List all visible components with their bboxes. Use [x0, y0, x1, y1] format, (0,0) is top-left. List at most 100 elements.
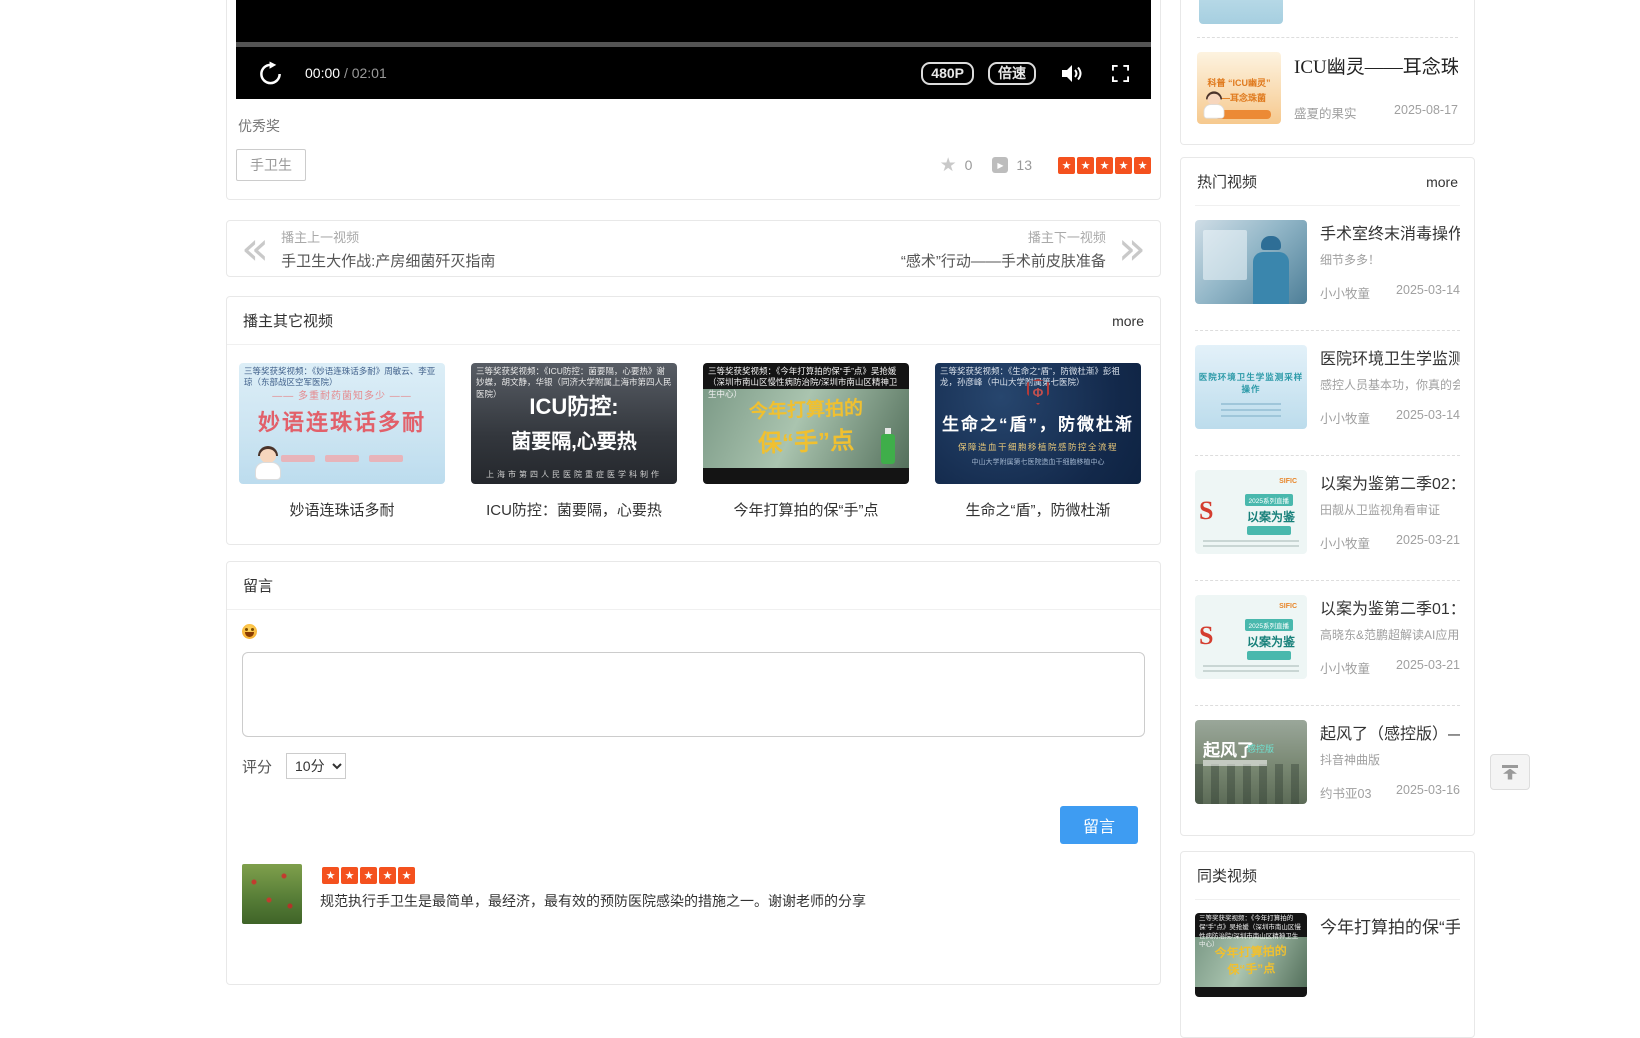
video-thumbnail[interactable]: S SIFIC 2025系列直播 以案为鉴	[1195, 595, 1307, 679]
decorative-lines	[1203, 665, 1299, 675]
other-video-item[interactable]: 三等奖获奖视频：《生命之“盾”，防微杜渐》彭祖龙，孙彦峰（中山大学附属第七医院）…	[935, 363, 1141, 520]
video-title[interactable]: 手术室终末消毒操作...	[1320, 220, 1460, 244]
main-column: 00:00 / 02:01 480P 倍速 优秀奖 手卫生 ★ 0	[226, 0, 1161, 985]
sidebar-video-item[interactable]: 科普 “ICU幽灵” ——耳念珠菌 ICU幽灵——耳念珠菌 盛夏的果实 2025…	[1197, 38, 1458, 124]
prev-label: 播主上一视频	[281, 227, 495, 246]
video-thumbnail[interactable]: 三等奖获奖视频：《今年打算拍的保“手”点》吴抢媛（深圳市南山区慢性病防治院/深圳…	[1195, 913, 1307, 997]
video-thumbnail[interactable]: S SIFIC 2025系列直播 以案为鉴	[1195, 470, 1307, 554]
video-subtitle: 抖音神曲版	[1320, 751, 1460, 768]
partial-video-thumbnail[interactable]	[1199, 0, 1283, 24]
video-date: 2025-03-16	[1396, 783, 1460, 802]
video-author: 盛夏的果实	[1294, 103, 1357, 122]
right-sidebar: 科普 “ICU幽灵” ——耳念珠菌 ICU幽灵——耳念珠菌 盛夏的果实 2025…	[1180, 0, 1475, 1038]
video-title[interactable]: 医院环境卫生学监测...	[1320, 345, 1460, 369]
video-meta-row: 手卫生 ★ 0 ▶ 13 ★★★★★	[236, 149, 1151, 181]
hot-video-item[interactable]: 手术室终末消毒操作... 细节多多！ 小小牧童 2025-03-14	[1195, 206, 1460, 317]
hot-video-item[interactable]: S SIFIC 2025系列直播 以案为鉴 以案为鉴第二季02：... 田靓从卫…	[1195, 456, 1460, 567]
video-subtitle: 高晓东&范鹏超解读AI应用	[1320, 626, 1460, 643]
video-thumbnail[interactable]: 三等奖获奖视频：《妙语连珠话多耐》周敏云、李亚琼（东部战区空军医院） —— 多重…	[239, 363, 445, 484]
prev-next-nav: « 播主上一视频 手卫生大作战:产房细菌歼灭指南 播主下一视频 “感术”行动——…	[226, 220, 1161, 277]
video-thumbnail[interactable]	[1195, 220, 1307, 304]
video-title[interactable]: 以案为鉴第二季01：...	[1320, 595, 1460, 619]
decorative-chip	[1247, 651, 1291, 660]
video-date: 2025-08-17	[1394, 103, 1458, 122]
sidebar-top-box: 科普 “ICU幽灵” ——耳念珠菌 ICU幽灵——耳念珠菌 盛夏的果实 2025…	[1180, 0, 1475, 145]
next-video-link[interactable]: 播主下一视频 “感术”行动——手术前皮肤准备 »	[901, 227, 1146, 271]
video-title[interactable]: ICU防控：菌要隔，心要热	[471, 499, 677, 520]
favorite-star-icon[interactable]: ★	[940, 154, 957, 177]
prev-video-link[interactable]: « 播主上一视频 手卫生大作战:产房细菌歼灭指南	[241, 227, 495, 271]
tag-shouweisheng[interactable]: 手卫生	[236, 149, 306, 181]
video-thumbnail[interactable]: 三等奖获奖视频：《ICU防控：菌要隔，心要热》谢妙蝶，胡文静，华银（同济大学附属…	[471, 363, 677, 484]
video-title[interactable]: ICU幽灵——耳念珠菌	[1294, 52, 1458, 79]
hot-video-item[interactable]: 医院环境卫生学监测采样操作 医院环境卫生学监测... 感控人员基本功，你真的会采…	[1195, 331, 1460, 442]
video-player-box: 00:00 / 02:01 480P 倍速 优秀奖 手卫生 ★ 0	[226, 0, 1161, 200]
soap-bottle-figure	[881, 434, 895, 464]
video-title[interactable]: 今年打算拍的保“手...	[1320, 913, 1460, 938]
decorative-lines	[1203, 540, 1299, 550]
video-thumbnail[interactable]: 起风了 感控版	[1195, 720, 1307, 804]
hot-video-item[interactable]: S SIFIC 2025系列直播 以案为鉴 以案为鉴第二季01：... 高晓东&…	[1195, 581, 1460, 692]
video-rating-stars: ★★★★★	[1056, 157, 1151, 174]
emoji-picker-icon[interactable]	[242, 624, 257, 639]
video-title[interactable]: 妙语连珠话多耐	[239, 499, 445, 520]
back-to-top-button[interactable]	[1490, 754, 1530, 790]
video-subtitle: 田靓从卫监视角看审证	[1320, 501, 1460, 518]
video-screen[interactable]	[236, 0, 1151, 42]
rating-select[interactable]: 10分	[286, 753, 346, 779]
video-subtitle: 感控人员基本功，你真的会采	[1320, 376, 1460, 393]
video-thumbnail[interactable]: 三等奖获奖视频：《今年打算拍的保“手”点》吴抢媛（深圳市南山区慢性病防治院/深圳…	[703, 363, 909, 484]
similar-videos-heading: 同类视频	[1197, 865, 1257, 886]
decorative-chip	[1247, 526, 1291, 535]
duration: 02:01	[352, 65, 387, 81]
hot-video-item[interactable]: 起风了 感控版 起风了（感控版）—... 抖音神曲版 约书亚03 2025-03…	[1195, 706, 1460, 817]
play-count-icon: ▶	[992, 157, 1008, 173]
other-video-item[interactable]: 三等奖获奖视频：《妙语连珠话多耐》周敏云、李亚琼（东部战区空军医院） —— 多重…	[239, 363, 445, 520]
video-title[interactable]: 以案为鉴第二季02：...	[1320, 470, 1460, 494]
other-videos-heading: 播主其它视频	[243, 310, 333, 331]
video-author: 约书亚03	[1320, 783, 1371, 802]
player-controls: 00:00 / 02:01 480P 倍速	[236, 47, 1151, 99]
video-thumbnail[interactable]: 科普 “ICU幽灵” ——耳念珠菌	[1197, 52, 1281, 124]
decorative-bars	[281, 455, 403, 462]
video-date: 2025-03-21	[1396, 658, 1460, 677]
play-count: 13	[1016, 157, 1032, 173]
shield-icon	[1027, 379, 1049, 405]
other-videos-more-link[interactable]: more	[1112, 313, 1144, 329]
video-subtitle: 细节多多！	[1320, 251, 1460, 268]
next-label: 播主下一视频	[901, 227, 1106, 246]
equipment-panel-figure	[1203, 230, 1247, 280]
time-display: 00:00 / 02:01	[305, 65, 387, 81]
other-video-item[interactable]: 三等奖获奖视频：《ICU防控：菌要隔，心要热》谢妙蝶，胡文静，华银（同济大学附属…	[471, 363, 677, 520]
video-author: 小小牧童	[1320, 658, 1370, 677]
other-video-item[interactable]: 三等奖获奖视频：《今年打算拍的保“手”点》吴抢媛（深圳市南山区慢性病防治院/深圳…	[703, 363, 909, 520]
hot-videos-more-link[interactable]: more	[1426, 174, 1458, 190]
video-author: 小小牧童	[1320, 283, 1370, 302]
speed-button[interactable]: 倍速	[988, 62, 1036, 85]
video-title[interactable]: 生命之“盾”，防微杜渐	[935, 499, 1141, 520]
quality-button[interactable]: 480P	[921, 62, 974, 85]
video-title[interactable]: 今年打算拍的保“手”点	[703, 499, 909, 520]
comments-heading: 留言	[243, 575, 273, 596]
video-thumbnail[interactable]: 医院环境卫生学监测采样操作	[1195, 345, 1307, 429]
video-stats: ★ 0 ▶ 13 ★★★★★	[940, 154, 1151, 177]
rating-label: 评分	[242, 756, 272, 777]
comment-textarea[interactable]	[242, 652, 1145, 737]
video-date: 2025-03-14	[1396, 408, 1460, 427]
award-label: 优秀奖	[238, 116, 1151, 136]
fullscreen-icon[interactable]	[1112, 65, 1129, 82]
nurse-figure	[1261, 236, 1281, 250]
doctor-figure	[1202, 91, 1226, 118]
submit-comment-button[interactable]: 留言	[1060, 806, 1138, 844]
video-author: 小小牧童	[1320, 533, 1370, 552]
video-thumbnail[interactable]: 三等奖获奖视频：《生命之“盾”，防微杜渐》彭祖龙，孙彦峰（中山大学附属第七医院）…	[935, 363, 1141, 484]
doctor-figure	[253, 446, 283, 480]
favorite-count: 0	[965, 157, 973, 173]
comment-rating-stars: ★★★★★	[320, 867, 415, 884]
commenter-avatar[interactable]	[242, 864, 302, 924]
replay-icon[interactable]	[258, 61, 283, 86]
volume-icon[interactable]	[1062, 64, 1084, 83]
video-title[interactable]: 起风了（感控版）—...	[1320, 720, 1460, 744]
similar-video-item[interactable]: 三等奖获奖视频：《今年打算拍的保“手”点》吴抢媛（深圳市南山区慢性病防治院/深圳…	[1195, 900, 1460, 997]
sific-s-logo: S	[1199, 496, 1213, 526]
